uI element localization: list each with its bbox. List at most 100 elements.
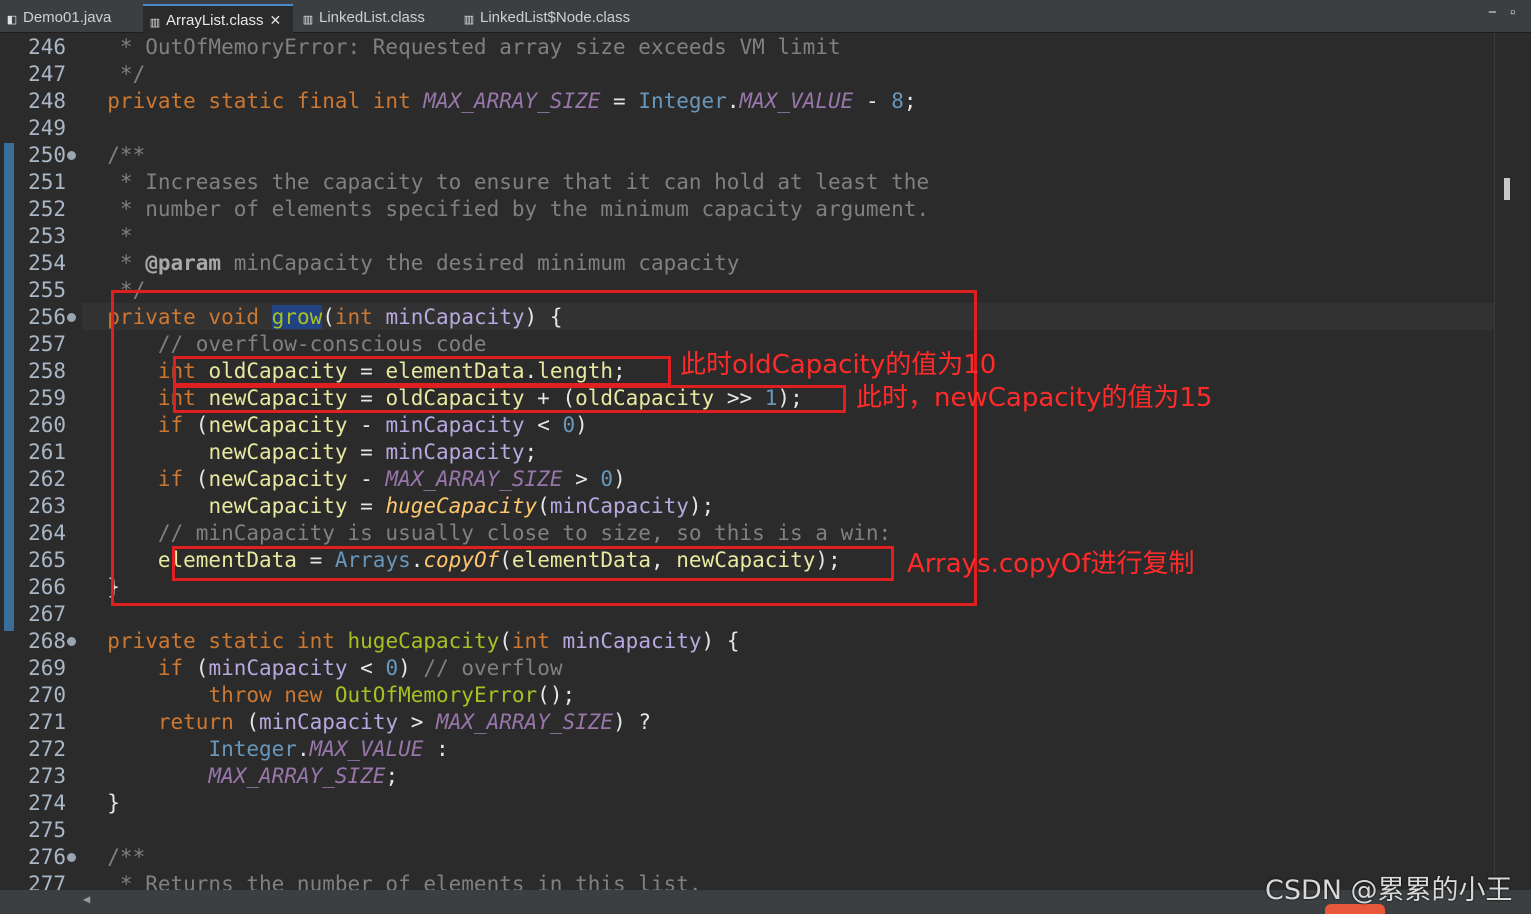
code-line[interactable]: Integer.MAX_VALUE : — [82, 736, 449, 763]
code-line[interactable]: /** — [82, 142, 145, 169]
code-token: OutOfMemoryError — [334, 683, 538, 707]
old-capacity-highlight-box — [173, 356, 671, 386]
code-token: ) { — [701, 629, 740, 653]
code-token: private static int — [82, 629, 348, 653]
code-token: ( — [246, 710, 260, 734]
line-number: 261 — [28, 440, 66, 464]
code-token: = — [600, 89, 639, 113]
code-token: minCapacity — [208, 656, 348, 680]
code-token: * — [82, 251, 146, 275]
line-number: 274 — [28, 791, 66, 815]
code-token: < — [347, 656, 386, 680]
class-file-icon: ▥ — [149, 17, 161, 29]
code-token: /** — [82, 143, 146, 167]
annotation-new-capacity: 此时，newCapacity的值为15 — [856, 383, 1213, 413]
tab-label: ArrayList.class — [166, 12, 264, 29]
minimize-icon[interactable]: − — [1488, 4, 1497, 21]
line-number: 268 — [28, 629, 66, 653]
code-line[interactable]: return (minCapacity > MAX_ARRAY_SIZE) ? — [82, 709, 651, 736]
tab-demo01-java[interactable]: ◧ Demo01.java — [0, 4, 140, 33]
code-token: MAX_VALUE — [309, 737, 424, 761]
line-number: 252 — [28, 197, 66, 221]
copyof-highlight-box — [172, 546, 894, 581]
editor-tab-bar: ◧ Demo01.java ▥ ArrayList.class ✕ ▥ LinkedLi… — [0, 0, 1531, 33]
fold-toggle-icon[interactable] — [67, 637, 76, 646]
code-line[interactable]: * OutOfMemoryError: Requested array size… — [82, 34, 841, 61]
code-token: 0 — [385, 656, 399, 680]
line-number: 257 — [28, 332, 66, 356]
line-number: 249 — [28, 116, 66, 140]
code-line[interactable]: throw new OutOfMemoryError(); — [82, 682, 575, 709]
code-line[interactable]: MAX_ARRAY_SIZE; — [82, 763, 398, 790]
new-capacity-highlight-box — [173, 385, 846, 413]
tab-linkedlist-node-class[interactable]: ▥ LinkedList$Node.class — [457, 4, 657, 33]
code-token: 8 — [891, 89, 904, 113]
code-line[interactable]: } — [82, 790, 120, 817]
line-number: 251 — [28, 170, 66, 194]
code-token: : — [423, 737, 449, 761]
code-line[interactable]: * number of elements specified by the mi… — [82, 196, 929, 223]
line-number: 254 — [28, 251, 66, 275]
code-line[interactable]: */ — [82, 61, 145, 88]
line-number: 246 — [28, 35, 66, 59]
line-number: 253 — [28, 224, 66, 248]
line-number: 259 — [28, 386, 66, 410]
line-number: 263 — [28, 494, 66, 518]
code-token: - — [853, 89, 892, 113]
java-file-icon: ◧ — [6, 14, 18, 26]
code-token: . — [296, 737, 310, 761]
fold-toggle-icon[interactable] — [67, 151, 76, 160]
code-token: > — [398, 710, 437, 734]
annotation-old-capacity: 此时oldCapacity的值为10 — [680, 350, 997, 380]
code-token: . — [726, 89, 740, 113]
code-token: hugeCapacity — [347, 629, 500, 653]
code-line[interactable]: * Increases the capacity to ensure that … — [82, 169, 929, 196]
code-line[interactable]: /** — [82, 844, 145, 871]
close-icon[interactable]: ✕ — [270, 12, 282, 28]
line-number: 276 — [28, 845, 66, 869]
code-line[interactable]: * — [82, 223, 133, 250]
code-line[interactable]: private static int hugeCapacity(int minC… — [82, 628, 739, 655]
code-token: ; — [903, 89, 917, 113]
fold-toggle-icon[interactable] — [67, 853, 76, 862]
tab-linkedlist-class[interactable]: ▥ LinkedList.class — [296, 4, 451, 33]
code-token: * Returns the number of elements in this… — [82, 872, 702, 890]
code-token: MAX_ARRAY_SIZE — [208, 764, 386, 788]
class-file-icon: ▥ — [463, 14, 475, 26]
line-number: 265 — [28, 548, 66, 572]
code-token: return — [157, 710, 247, 734]
code-line[interactable]: * Returns the number of elements in this… — [82, 871, 702, 890]
class-file-icon: ▥ — [302, 14, 314, 26]
scroll-left-icon[interactable]: ◀ — [83, 892, 90, 906]
code-token: // overflow — [423, 656, 563, 680]
vertical-scrollbar[interactable] — [1494, 33, 1531, 890]
maximize-icon[interactable]: ▫ — [1510, 4, 1515, 21]
code-token: MAX_ARRAY_SIZE — [436, 710, 614, 734]
code-token: ; — [385, 764, 399, 788]
line-number: 248 — [28, 89, 66, 113]
annotation-copyof: Arrays.copyOf进行复制 — [907, 549, 1195, 579]
code-line[interactable]: * @param minCapacity the desired minimum… — [82, 250, 740, 277]
code-token: int — [511, 629, 563, 653]
code-token: ) ? — [613, 710, 651, 734]
fold-toggle-icon[interactable] — [67, 313, 76, 322]
line-number: 260 — [28, 413, 66, 437]
tab-arraylist-class[interactable]: ▥ ArrayList.class ✕ — [143, 4, 293, 33]
code-token: MAX_ARRAY_SIZE — [423, 89, 601, 113]
line-number: 267 — [28, 602, 66, 626]
line-number-gutter: 246 247 248 249 250 251 252 253 254 255 256 257 258 2… — [0, 33, 82, 896]
code-line[interactable]: if (minCapacity < 0) // overflow — [82, 655, 563, 682]
code-token: Integer — [208, 737, 297, 761]
code-token: if — [157, 656, 196, 680]
code-line[interactable]: private static final int MAX_ARRAY_SIZE … — [82, 88, 917, 115]
line-number: 264 — [28, 521, 66, 545]
code-token: @param — [145, 251, 222, 275]
code-token: } — [82, 791, 120, 815]
scrollbar-thumb[interactable] — [1504, 178, 1510, 200]
code-token: ) — [398, 656, 424, 680]
code-token: Integer — [638, 89, 727, 113]
